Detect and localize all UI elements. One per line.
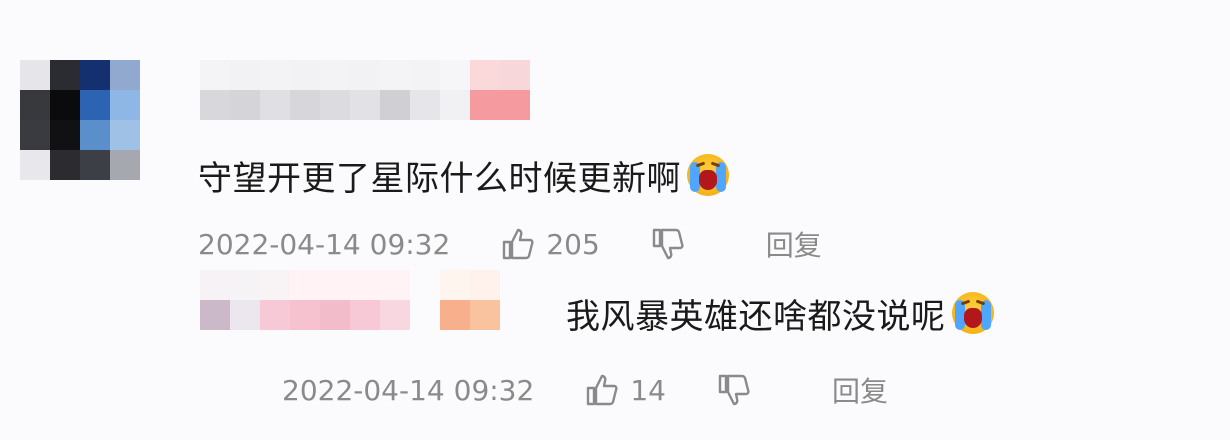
like-count: 205 — [546, 227, 600, 261]
comment-text: 守望开更了星际什么时候更新啊 — [198, 154, 729, 199]
thumbs-down-icon — [718, 374, 750, 406]
avatar[interactable] — [20, 60, 140, 180]
reply-body: 我风暴英雄还啥都没说呢 — [566, 297, 946, 337]
like-button[interactable]: 205 — [500, 226, 600, 262]
reply-meta: 2022-04-14 09:32 14 回复 — [282, 370, 888, 410]
username-mosaic[interactable] — [200, 60, 530, 90]
timestamp: 2022-04-14 09:32 — [282, 373, 535, 407]
comment-body: 守望开更了星际什么时候更新啊 — [198, 159, 681, 199]
thumbs-up-icon — [503, 228, 534, 260]
crying-face-icon — [951, 292, 994, 334]
reply-button[interactable]: 回复 — [766, 224, 822, 264]
dislike-button[interactable] — [650, 226, 686, 262]
crying-face-icon — [687, 154, 729, 196]
reply-text: 我风暴英雄还啥都没说呢 — [566, 292, 994, 337]
comment-meta: 2022-04-14 09:32 205 回复 — [198, 224, 822, 264]
thumbs-up-icon — [587, 374, 618, 406]
reply-username-mosaic[interactable] — [200, 270, 500, 300]
comment-thread: 守望开更了星际什么时候更新啊 2022-04-14 09:32 205 回复 我… — [0, 0, 1230, 440]
reply-button[interactable]: 回复 — [832, 370, 888, 410]
like-button[interactable]: 14 — [584, 372, 666, 408]
like-count: 14 — [630, 373, 666, 407]
timestamp: 2022-04-14 09:32 — [198, 227, 451, 261]
dislike-button[interactable] — [716, 372, 752, 408]
thumbs-down-icon — [652, 228, 684, 260]
username-mosaic-row2 — [200, 90, 530, 120]
reply-username-mosaic-row2 — [200, 300, 500, 330]
